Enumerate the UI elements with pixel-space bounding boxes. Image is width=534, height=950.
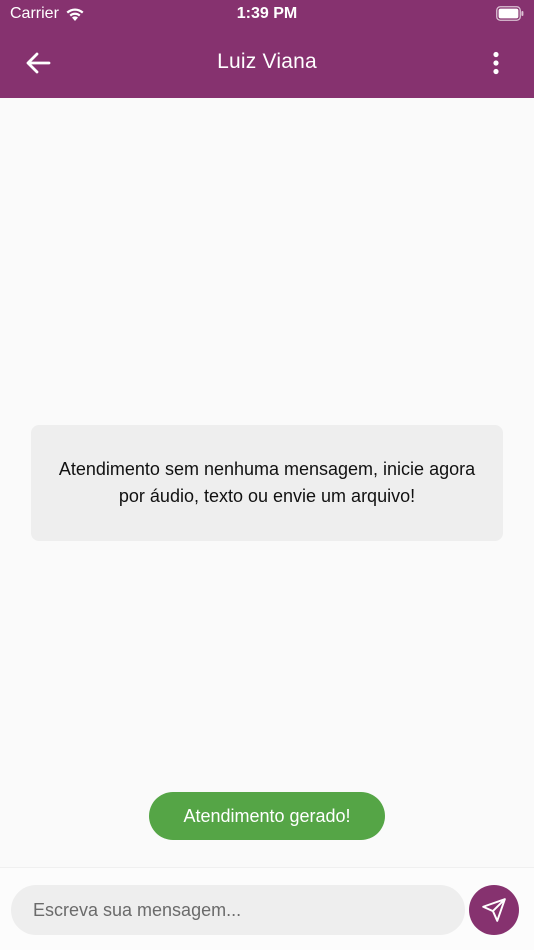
toast-notification: Atendimento gerado!: [149, 792, 385, 840]
send-button[interactable]: [469, 885, 519, 935]
empty-chat-card: Atendimento sem nenhuma mensagem, inicie…: [31, 425, 503, 541]
toast-text: Atendimento gerado!: [183, 805, 351, 826]
page-title: Luiz Viana: [217, 50, 317, 73]
message-composer: [0, 867, 534, 950]
empty-chat-message: Atendimento sem nenhuma mensagem, inicie…: [58, 459, 476, 506]
more-vertical-icon: [493, 51, 499, 75]
battery-icon: [496, 6, 524, 21]
status-bar: Carrier 1:39 PM: [0, 0, 534, 28]
more-options-button[interactable]: [484, 48, 508, 78]
send-icon: [482, 898, 506, 922]
app-bar: Luiz Viana: [0, 28, 534, 98]
message-input[interactable]: [11, 885, 465, 935]
chat-screen: Carrier 1:39 PM Luiz Viana Atendimento s…: [0, 0, 534, 950]
clock: 1:39 PM: [236, 5, 298, 22]
